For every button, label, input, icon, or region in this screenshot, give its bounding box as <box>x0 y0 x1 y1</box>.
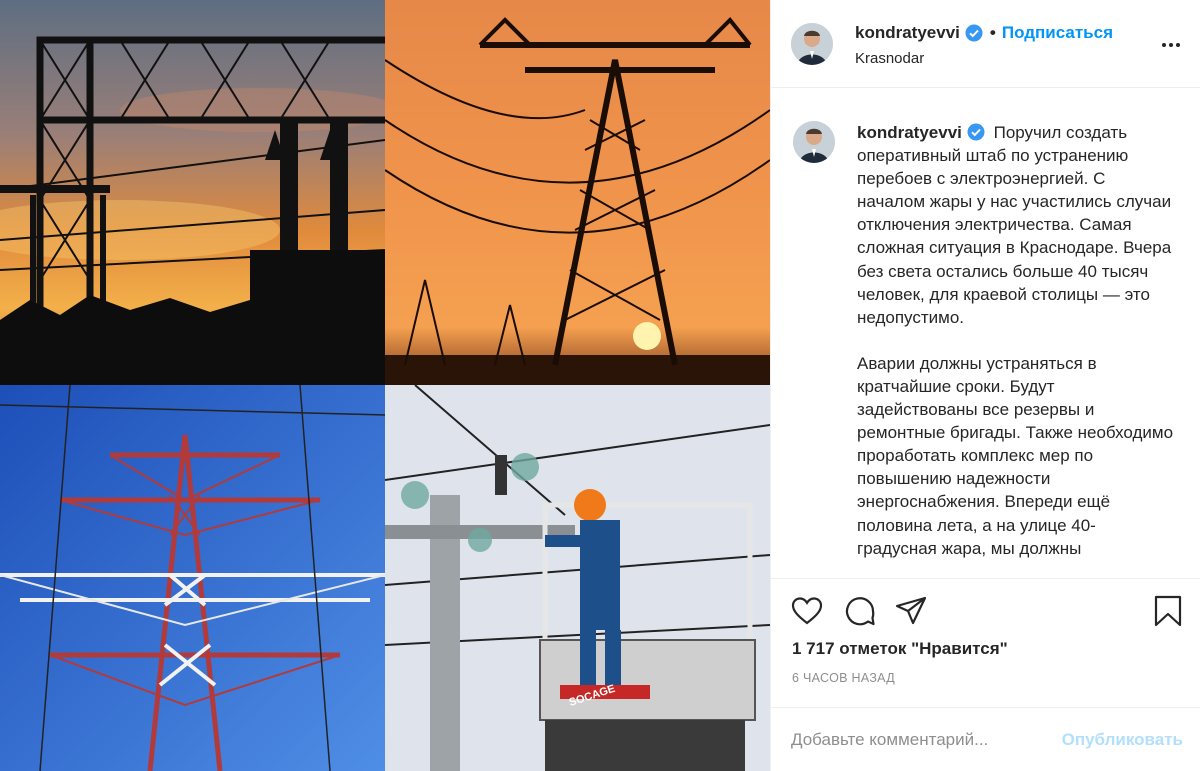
post-image[interactable] <box>0 0 770 771</box>
username-link[interactable]: kondratyevvi <box>855 23 960 43</box>
publish-button[interactable]: Опубликовать <box>1062 730 1183 750</box>
follow-button[interactable]: Подписаться <box>1002 23 1113 43</box>
caption-paragraph: Аварии должны устраняться в кратчайшие с… <box>857 353 1174 558</box>
likes-count[interactable]: 1 717 отметок "Нравится" <box>792 639 1008 659</box>
more-options-icon[interactable] <box>1159 33 1183 57</box>
image-substation-sunset <box>0 0 385 385</box>
verified-badge-icon <box>967 123 985 141</box>
caption-area: kondratyevvi Поручил создать оперативный… <box>771 89 1200 577</box>
heart-icon[interactable] <box>790 594 824 628</box>
header-username-row: kondratyevvi • Подписаться <box>855 23 1113 43</box>
post-header: kondratyevvi • Подписаться Krasnodar <box>771 0 1200 88</box>
verified-badge-icon <box>965 24 983 42</box>
avatar[interactable] <box>791 23 833 65</box>
image-red-white-tower <box>0 385 385 771</box>
post-timestamp[interactable]: 6 ЧАСОВ НАЗАД <box>792 671 895 685</box>
comment-bubble-icon[interactable] <box>843 594 877 628</box>
post-sidebar: kondratyevvi • Подписаться Krasnodar kon… <box>770 0 1200 771</box>
image-lineman-bucket <box>385 385 770 771</box>
caption-username-link[interactable]: kondratyevvi <box>857 123 962 142</box>
post-actions: 1 717 отметок "Нравится" 6 ЧАСОВ НАЗАД О… <box>771 578 1200 771</box>
location-link[interactable]: Krasnodar <box>855 50 924 67</box>
bookmark-icon[interactable] <box>1151 594 1185 628</box>
comment-form: Опубликовать <box>771 707 1200 771</box>
avatar[interactable] <box>793 121 835 163</box>
paper-plane-icon[interactable] <box>894 594 928 628</box>
separator-dot: • <box>989 23 996 42</box>
comment-input[interactable] <box>791 727 1061 753</box>
caption-paragraph: Поручил создать оперативный штаб по устр… <box>857 123 1172 327</box>
image-tower-orange-sunset <box>385 0 770 385</box>
caption-text: kondratyevvi Поручил создать оперативный… <box>857 121 1175 560</box>
